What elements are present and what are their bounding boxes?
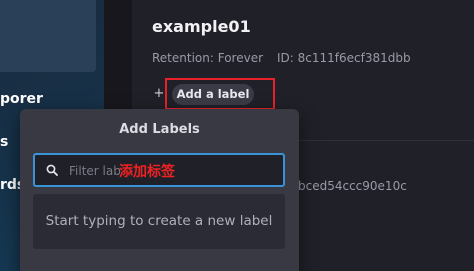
- popover-title: Add Labels: [119, 122, 200, 137]
- app-root: porer s rds example01 Retention: Forever…: [0, 0, 474, 271]
- create-label-hint: Start typing to create a new label: [33, 194, 285, 249]
- bucket-name[interactable]: example01: [152, 17, 251, 36]
- annotation-highlight-box: [165, 78, 275, 110]
- add-labels-popover: Add Labels Filter lab 添加标签 Start typing …: [20, 109, 299, 271]
- annotation-text: 添加标签: [119, 164, 175, 180]
- sidebar-item-explorer[interactable]: porer: [0, 91, 43, 107]
- bucket-id: ID: 8c111f6ecf381dbb: [277, 51, 411, 65]
- card-divider: [298, 140, 474, 141]
- sidebar-header-card: [0, 0, 96, 72]
- filter-labels-input[interactable]: Filter lab 添加标签: [33, 153, 285, 187]
- sidebar-item-partial[interactable]: s: [0, 134, 8, 150]
- label-add-icon[interactable]: +: [153, 87, 165, 100]
- search-icon: [46, 164, 58, 176]
- filter-placeholder: Filter lab: [69, 164, 121, 178]
- retention-text: Retention: Forever: [152, 51, 264, 65]
- partial-bucket-id: bced54ccc90e10c: [298, 179, 407, 193]
